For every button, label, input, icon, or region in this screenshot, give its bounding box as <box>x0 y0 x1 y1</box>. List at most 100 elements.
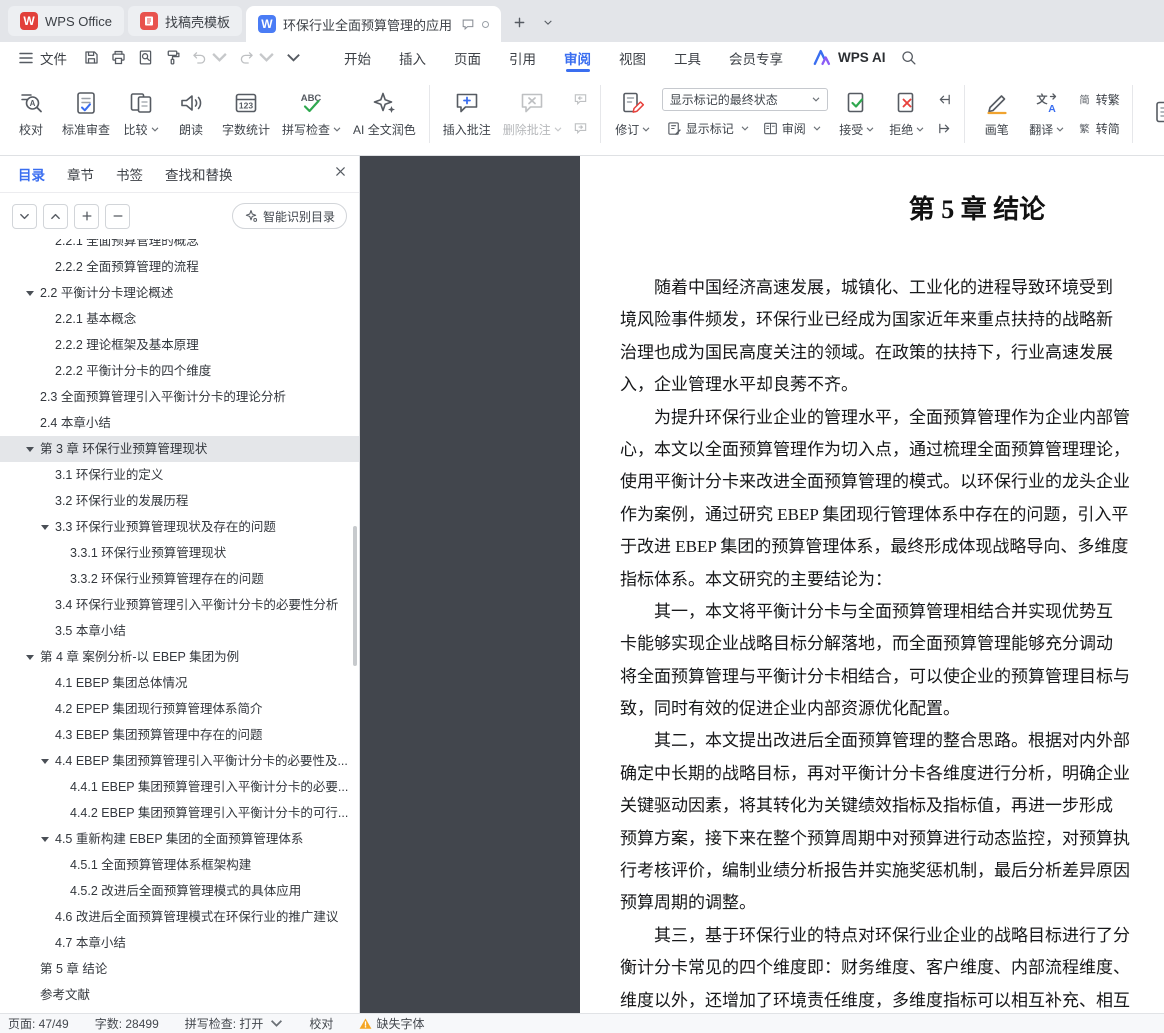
collapse-all-button[interactable] <box>12 203 37 229</box>
toc-item[interactable]: 3.5 本章小结 <box>0 618 359 644</box>
pane-tab-toc[interactable]: 目录 <box>18 164 45 184</box>
toc-item[interactable]: 4.5 重新构建 EBEP 集团的全面预算管理体系 <box>0 826 359 852</box>
toc-item[interactable]: 2.2.1 全面预算管理的概念 <box>0 239 359 254</box>
review-pane-button[interactable]: 审阅 <box>758 117 826 141</box>
proofread-button[interactable]: A 校对 <box>6 79 56 149</box>
compare-button[interactable]: 比较 <box>116 79 166 149</box>
print-button[interactable] <box>106 46 131 70</box>
translate-button[interactable]: 文 A 翻译 <box>1022 79 1072 149</box>
collapse-triangle-icon[interactable] <box>41 759 49 764</box>
missing-font-warning[interactable]: 缺失字体 <box>359 1015 424 1032</box>
toc-item[interactable]: 2.4 本章小结 <box>0 410 359 436</box>
spell-check-button[interactable]: ABC 拼写检查 <box>276 79 347 149</box>
comment-prev-button[interactable] <box>568 88 593 112</box>
word-count-indicator[interactable]: 字数: 28499 <box>95 1015 159 1032</box>
expand-all-button[interactable] <box>43 203 68 229</box>
comment-next-button[interactable] <box>568 117 593 141</box>
smart-toc-button[interactable]: 智能识别目录 <box>231 203 347 229</box>
pane-tab-bookmark[interactable]: 书签 <box>116 164 143 184</box>
collapse-triangle-icon[interactable] <box>26 655 34 660</box>
print-preview-button[interactable] <box>133 46 158 70</box>
toc-item[interactable]: 参考文献 <box>0 982 359 1008</box>
clipped-button[interactable] <box>1140 79 1164 149</box>
page-indicator[interactable]: 页面: 47/49 <box>8 1015 69 1032</box>
ai-polish-button[interactable]: AI 全文润色 <box>347 79 422 149</box>
toc-item[interactable]: 4.6 改进后全面预算管理模式在环保行业的推广建议 <box>0 904 359 930</box>
toc-item[interactable]: 第 3 章 环保行业预算管理现状 <box>0 436 359 462</box>
toc-item[interactable]: 2.3 全面预算管理引入平衡计分卡的理论分析 <box>0 384 359 410</box>
menu-tab-home[interactable]: 开始 <box>330 42 385 73</box>
menu-tab-view[interactable]: 视图 <box>605 42 660 73</box>
toc-item[interactable]: 2.2.1 基本概念 <box>0 306 359 332</box>
pen-button[interactable]: 画笔 <box>972 79 1022 149</box>
show-marks-select[interactable]: 显示标记的最终状态 <box>661 87 828 111</box>
sidebar-scrollbar[interactable] <box>353 526 357 666</box>
toc-item[interactable]: 4.3 EBEP 集团预算管理中存在的问题 <box>0 722 359 748</box>
toc-item[interactable]: 3.3.1 环保行业预算管理现状 <box>0 540 359 566</box>
save-button[interactable] <box>79 46 104 70</box>
new-tab-button[interactable] <box>507 9 533 35</box>
proofread-status[interactable]: 校对 <box>309 1015 333 1032</box>
menu-tab-membership[interactable]: 会员专享 <box>715 42 797 73</box>
menu-tab-reference[interactable]: 引用 <box>495 42 550 73</box>
spellcheck-status[interactable]: 拼写检查: 打开 <box>185 1015 284 1032</box>
toc-item[interactable]: 第 4 章 案例分析-以 EBEP 集团为例 <box>0 644 359 670</box>
menu-tab-page[interactable]: 页面 <box>440 42 495 73</box>
char-jian-button[interactable]: 简转繁 <box>1072 88 1125 112</box>
collapse-triangle-icon[interactable] <box>41 525 49 530</box>
tab-list-button[interactable] <box>535 9 561 35</box>
accept-button[interactable]: 接受 <box>832 79 882 149</box>
toc-item[interactable]: 4.1 EBEP 集团总体情况 <box>0 670 359 696</box>
collapse-triangle-icon[interactable] <box>26 447 34 452</box>
revise-button[interactable]: 修订 <box>608 79 658 149</box>
toc-item[interactable]: 2.2.2 全面预算管理的流程 <box>0 254 359 280</box>
word-count-button[interactable]: 123 字数统计 <box>216 79 276 149</box>
menu-tab-insert[interactable]: 插入 <box>385 42 440 73</box>
toc-item[interactable]: 3.3 环保行业预算管理现状及存在的问题 <box>0 514 359 540</box>
toc-item[interactable]: 2.2.2 平衡计分卡的四个维度 <box>0 358 359 384</box>
char-fan-button[interactable]: 繁转简 <box>1072 117 1125 141</box>
toc-item[interactable]: 4.7 本章小结 <box>0 930 359 956</box>
toc-item[interactable]: 4.4.2 EBEP 集团预算管理引入平衡计分卡的可行... <box>0 800 359 826</box>
toc-item[interactable]: 2.2 平衡计分卡理论概述 <box>0 280 359 306</box>
toc-item[interactable]: 第 5 章 结论 <box>0 956 359 982</box>
read-aloud-button[interactable]: 朗读 <box>166 79 216 149</box>
window-tab-3[interactable]: W 环保行业全面预算管理的应用 <box>245 6 501 42</box>
redo-button[interactable] <box>234 46 279 70</box>
toc-item[interactable]: 4.5.2 改进后全面预算管理模式的具体应用 <box>0 878 359 904</box>
close-pane-button[interactable] <box>334 165 347 181</box>
toc-item[interactable]: 4.4 EBEP 集团预算管理引入平衡计分卡的必要性及... <box>0 748 359 774</box>
collapse-triangle-icon[interactable] <box>41 837 49 842</box>
window-tab-2[interactable]: 找稿壳模板 <box>127 6 242 36</box>
document-canvas[interactable]: 第 5 章 结论 随着中国经济高速发展，城镇化、工业化的进程导致环境受到 境风险事… <box>360 156 1164 1013</box>
change-next-button[interactable] <box>932 117 957 141</box>
wps-ai-button[interactable]: WPS AI <box>813 49 886 66</box>
expand-level-button[interactable] <box>74 203 99 229</box>
format-painter-button[interactable] <box>160 46 185 70</box>
search-button[interactable] <box>900 42 917 73</box>
toc-item[interactable]: 4.4.1 EBEP 集团预算管理引入平衡计分卡的必要... <box>0 774 359 800</box>
window-tab-1[interactable]: W WPS Office <box>8 6 124 36</box>
menu-tab-review[interactable]: 审阅 <box>550 42 605 73</box>
reject-button[interactable]: 拒绝 <box>882 79 932 149</box>
toc-item[interactable]: 4.5.1 全面预算管理体系框架构建 <box>0 852 359 878</box>
collapse-level-button[interactable] <box>105 203 130 229</box>
toc-item[interactable]: 2.2.2 理论框架及基本原理 <box>0 332 359 358</box>
toc-item[interactable]: 3.2 环保行业的发展历程 <box>0 488 359 514</box>
show-marks-button[interactable]: 显示标记 <box>662 117 754 141</box>
toc-item[interactable]: 4.2 EPEP 集团现行预算管理体系简介 <box>0 696 359 722</box>
pane-tab-find-replace[interactable]: 查找和替换 <box>165 164 233 184</box>
toc-item[interactable]: 3.3.2 环保行业预算管理存在的问题 <box>0 566 359 592</box>
delete-comment-button[interactable]: 删除批注 <box>497 79 568 149</box>
change-prev-button[interactable] <box>932 88 957 112</box>
insert-comment-button[interactable]: 插入批注 <box>437 79 497 149</box>
collapse-triangle-icon[interactable] <box>26 291 34 296</box>
std-review-button[interactable]: 标准审查 <box>56 79 116 149</box>
pane-tab-chapter[interactable]: 章节 <box>67 164 94 184</box>
undo-button[interactable] <box>187 46 232 70</box>
menu-tab-tools[interactable]: 工具 <box>660 42 715 73</box>
toolbar-more-button[interactable] <box>281 46 306 70</box>
toc-item[interactable]: 3.4 环保行业预算管理引入平衡计分卡的必要性分析 <box>0 592 359 618</box>
file-menu-button[interactable]: 文件 <box>10 42 75 73</box>
document-page[interactable]: 第 5 章 结论 随着中国经济高速发展，城镇化、工业化的进程导致环境受到 境风险事… <box>580 156 1164 1013</box>
